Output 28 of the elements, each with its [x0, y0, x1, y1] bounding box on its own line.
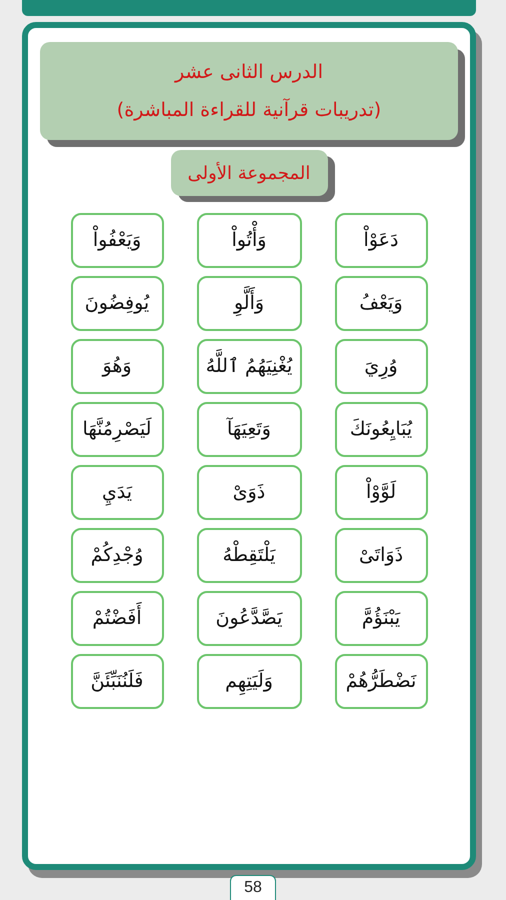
- word-card: يُوفِضُونَ: [70, 276, 164, 331]
- page-number: 58: [230, 875, 276, 900]
- word-card: وَأْتُواْ: [196, 213, 302, 268]
- word-card: يَصَّدَّعُونَ: [196, 591, 302, 646]
- word-card: وَيَعْفُ: [334, 276, 428, 331]
- word-card: ذَوَىْ: [196, 465, 302, 520]
- word-card: يَلْتَقِطْهُ: [196, 528, 302, 583]
- word-card: يُغْنِيَهُمُ ٱللَّهُ: [196, 339, 302, 394]
- lesson-subtitle: (تدريبات قرآنية للقراءة المباشرة): [116, 97, 382, 123]
- word-card: ذَوَاتَىْ: [334, 528, 428, 583]
- word-card: وَيَعْفُواْ: [70, 213, 164, 268]
- word-card: وُجْدِكُمْ: [70, 528, 164, 583]
- word-card: وُرِيَ: [334, 339, 428, 394]
- word-card: يَدَيِ: [70, 465, 164, 520]
- word-card: أَفَضْتُمْ: [70, 591, 164, 646]
- word-card: وَهُوَ: [70, 339, 164, 394]
- word-card: يَبْنَؤُمَّ: [334, 591, 428, 646]
- word-card: نَضْطَرُّهُمْ: [334, 654, 428, 709]
- word-card: وَتَعِيَهَآ: [196, 402, 302, 457]
- word-card: لَوَّوْاْ: [334, 465, 428, 520]
- group-title: المجموعة الأولى: [188, 160, 310, 186]
- word-card: وَلَيَتِهِم: [196, 654, 302, 709]
- word-card: دَعَوْاْ: [334, 213, 428, 268]
- word-card: يُبَايِعُونَكَ: [334, 402, 428, 457]
- word-card: فَلَنُنَبِّئَنَّ: [70, 654, 164, 709]
- word-card: لَيَصْرِمُنَّهَا: [70, 402, 164, 457]
- word-card: وَأَلَّوِ: [196, 276, 302, 331]
- lesson-title: الدرس الثانى عشر: [175, 60, 323, 85]
